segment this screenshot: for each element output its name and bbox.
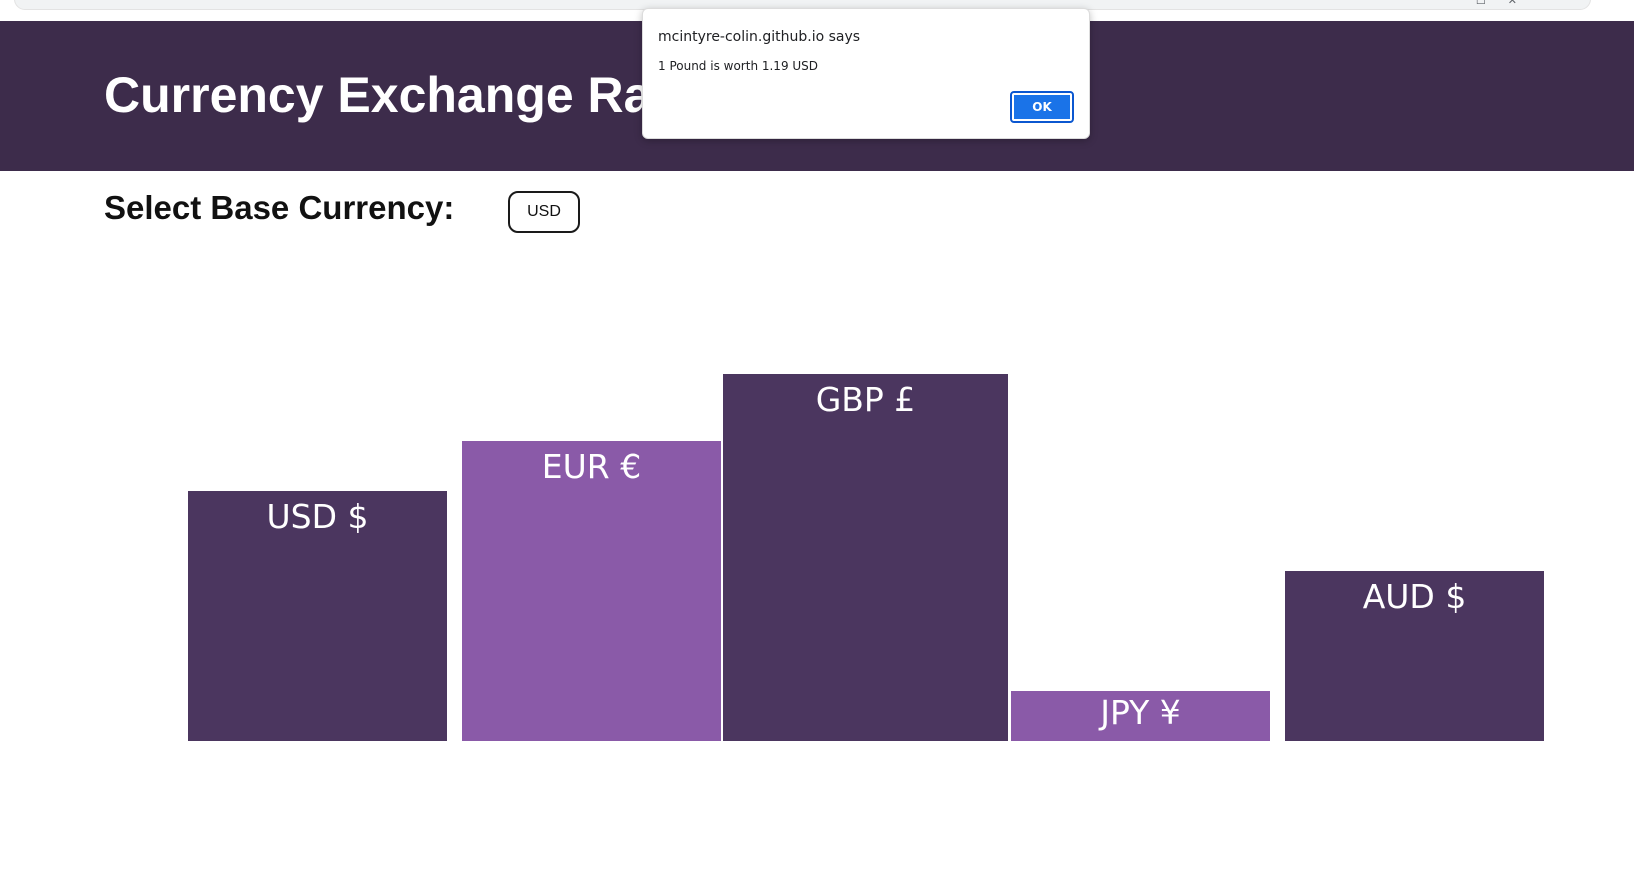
chart-bar[interactable]: JPY ¥ — [1011, 691, 1270, 741]
chart-bar[interactable]: EUR € — [462, 441, 721, 741]
bar-label: JPY ¥ — [1100, 693, 1181, 732]
chart-bar[interactable]: AUD $ — [1285, 571, 1544, 741]
ok-button[interactable]: OK — [1010, 91, 1074, 123]
dialog-origin: mcintyre-colin.github.io says — [658, 29, 861, 45]
chart-bar[interactable]: GBP £ — [723, 374, 1008, 741]
bar-label: USD $ — [266, 497, 369, 536]
dialog-message: 1 Pound is worth 1.19 USD — [658, 59, 819, 73]
bar-label: EUR € — [541, 447, 642, 486]
alert-dialog: mcintyre-colin.github.io says 1 Pound is… — [642, 8, 1090, 139]
chart-bar[interactable]: USD $ — [188, 491, 447, 741]
bar-label: AUD $ — [1362, 577, 1467, 616]
bar-label: GBP £ — [815, 380, 916, 419]
